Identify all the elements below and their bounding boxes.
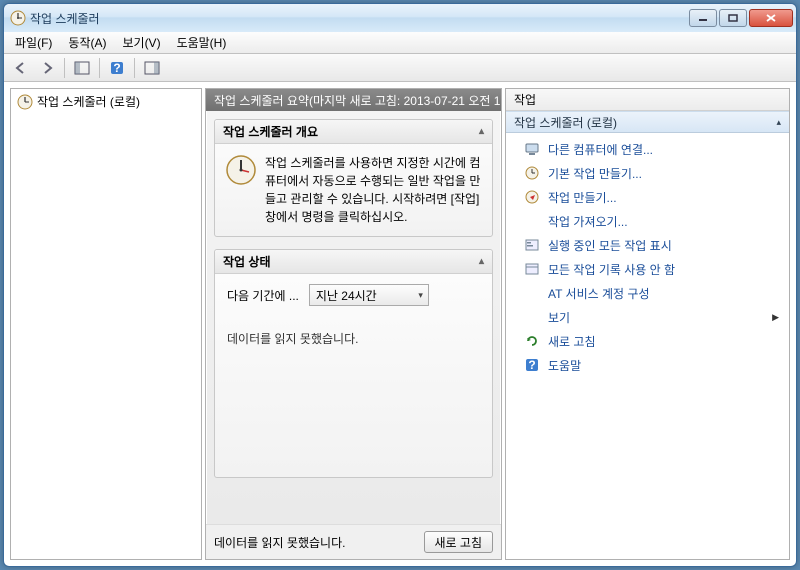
action-label: 작업 만들기... <box>548 189 617 206</box>
refresh-icon <box>524 333 540 349</box>
menu-file[interactable]: 파일(F) <box>8 32 59 53</box>
menu-help[interactable]: 도움말(H) <box>170 32 234 53</box>
tree-pane: 작업 스케줄러 (로컬) <box>10 88 202 560</box>
maximize-button[interactable] <box>719 9 747 27</box>
state-panel-body: 다음 기간에 ... 지난 24시간 데이터를 읽지 못했습니다. <box>215 274 492 477</box>
overview-panel: 작업 스케줄러 개요 ▴ 작업 스케줄러를 사용하면 지정한 시간에 컴퓨터에서… <box>214 119 493 237</box>
app-window: 작업 스케줄러 파일(F) 동작(A) 보기(V) 도움말(H) ? 작업 스케… <box>3 3 797 567</box>
main-body: 작업 스케줄러 개요 ▴ 작업 스케줄러를 사용하면 지정한 시간에 컴퓨터에서… <box>206 111 501 524</box>
clock-large-icon <box>225 154 257 186</box>
action-group-header[interactable]: 작업 스케줄러 (로컬) ▴ <box>506 111 789 133</box>
chevron-up-icon: ▴ <box>776 117 781 128</box>
history-icon <box>524 261 540 277</box>
action-create-task[interactable]: 작업 만들기... <box>506 185 789 209</box>
action-list: 다른 컴퓨터에 연결... 기본 작업 만들기... 작업 만들기... 작업 … <box>506 133 789 381</box>
menubar: 파일(F) 동작(A) 보기(V) 도움말(H) <box>4 32 796 54</box>
period-dropdown[interactable]: 지난 24시간 <box>309 284 429 306</box>
running-tasks-icon <box>524 237 540 253</box>
overview-panel-header[interactable]: 작업 스케줄러 개요 ▴ <box>215 120 492 144</box>
action-refresh[interactable]: 새로 고침 <box>506 329 789 353</box>
period-label: 다음 기간에 ... <box>227 287 299 304</box>
tree-root-item[interactable]: 작업 스케줄러 (로컬) <box>11 89 201 114</box>
action-label: AT 서비스 계정 구성 <box>548 285 650 302</box>
chevron-up-icon: ▴ <box>479 256 484 267</box>
footer-message: 데이터를 읽지 못했습니다. <box>214 534 345 551</box>
menu-view[interactable]: 보기(V) <box>115 32 167 53</box>
action-import-task[interactable]: 작업 가져오기... <box>506 209 789 233</box>
tree-root-label: 작업 스케줄러 (로컬) <box>37 93 140 110</box>
action-group-label: 작업 스케줄러 (로컬) <box>514 114 617 131</box>
period-row: 다음 기간에 ... 지난 24시간 <box>227 284 480 306</box>
action-label: 기본 작업 만들기... <box>548 165 642 182</box>
submenu-arrow-icon: ▶ <box>772 312 779 323</box>
action-disable-history[interactable]: 모든 작업 기록 사용 안 함 <box>506 257 789 281</box>
chevron-up-icon: ▴ <box>479 126 484 137</box>
state-panel: 작업 상태 ▴ 다음 기간에 ... 지난 24시간 데이터를 읽지 못했습니다… <box>214 249 493 478</box>
period-value: 지난 24시간 <box>316 287 377 304</box>
task-basic-icon <box>524 165 540 181</box>
action-label: 모든 작업 기록 사용 안 함 <box>548 261 675 278</box>
overview-panel-body: 작업 스케줄러를 사용하면 지정한 시간에 컴퓨터에서 자동으로 수행되는 일반… <box>215 144 492 236</box>
main-header: 작업 스케줄러 요약(마지막 새로 고침: 2013-07-21 오전 1 <box>206 89 501 111</box>
action-label: 실행 중인 모든 작업 표시 <box>548 237 672 254</box>
forward-button[interactable] <box>36 57 58 79</box>
action-pane-header: 작업 <box>506 89 789 111</box>
main-footer: 데이터를 읽지 못했습니다. 새로 고침 <box>206 524 501 559</box>
action-create-basic-task[interactable]: 기본 작업 만들기... <box>506 161 789 185</box>
minimize-button[interactable] <box>689 9 717 27</box>
state-message: 데이터를 읽지 못했습니다. <box>227 324 480 347</box>
clock-icon <box>17 94 33 110</box>
show-hide-action-button[interactable] <box>141 57 163 79</box>
window-title: 작업 스케줄러 <box>30 10 689 27</box>
main-pane: 작업 스케줄러 요약(마지막 새로 고침: 2013-07-21 오전 1 작업… <box>205 88 502 560</box>
action-label: 다른 컴퓨터에 연결... <box>548 141 653 158</box>
menu-action[interactable]: 동작(A) <box>61 32 113 53</box>
toolbar-separator <box>64 58 65 78</box>
back-button[interactable] <box>10 57 32 79</box>
overview-title: 작업 스케줄러 개요 <box>223 123 318 140</box>
titlebar[interactable]: 작업 스케줄러 <box>4 4 796 32</box>
overview-text: 작업 스케줄러를 사용하면 지정한 시간에 컴퓨터에서 자동으로 수행되는 일반… <box>265 154 482 226</box>
window-buttons <box>689 9 793 27</box>
action-label: 작업 가져오기... <box>548 213 628 230</box>
toolbar-separator <box>134 58 135 78</box>
refresh-button[interactable]: 새로 고침 <box>424 531 494 553</box>
action-show-running[interactable]: 실행 중인 모든 작업 표시 <box>506 233 789 257</box>
refresh-button-label: 새로 고침 <box>435 534 483 551</box>
action-label: 도움말 <box>548 357 581 374</box>
action-label: 보기 <box>548 309 570 326</box>
action-label: 새로 고침 <box>548 333 596 350</box>
import-icon <box>524 213 540 229</box>
close-button[interactable] <box>749 9 793 27</box>
action-pane: 작업 작업 스케줄러 (로컬) ▴ 다른 컴퓨터에 연결... 기본 작업 만들… <box>505 88 790 560</box>
content-area: 작업 스케줄러 (로컬) 작업 스케줄러 요약(마지막 새로 고침: 2013-… <box>4 82 796 566</box>
svg-text:?: ? <box>528 358 535 372</box>
action-view[interactable]: 보기 ▶ <box>506 305 789 329</box>
action-help[interactable]: ? 도움말 <box>506 353 789 377</box>
toolbar-separator <box>99 58 100 78</box>
svg-text:?: ? <box>113 61 120 75</box>
computer-icon <box>524 141 540 157</box>
task-icon <box>524 189 540 205</box>
action-connect-computer[interactable]: 다른 컴퓨터에 연결... <box>506 137 789 161</box>
state-panel-header[interactable]: 작업 상태 ▴ <box>215 250 492 274</box>
help-icon: ? <box>524 357 540 373</box>
view-icon <box>524 309 540 325</box>
state-title: 작업 상태 <box>223 253 271 270</box>
account-icon <box>524 285 540 301</box>
app-icon <box>10 10 26 26</box>
action-at-account[interactable]: AT 서비스 계정 구성 <box>506 281 789 305</box>
toolbar: ? <box>4 54 796 82</box>
show-hide-tree-button[interactable] <box>71 57 93 79</box>
help-button[interactable]: ? <box>106 57 128 79</box>
